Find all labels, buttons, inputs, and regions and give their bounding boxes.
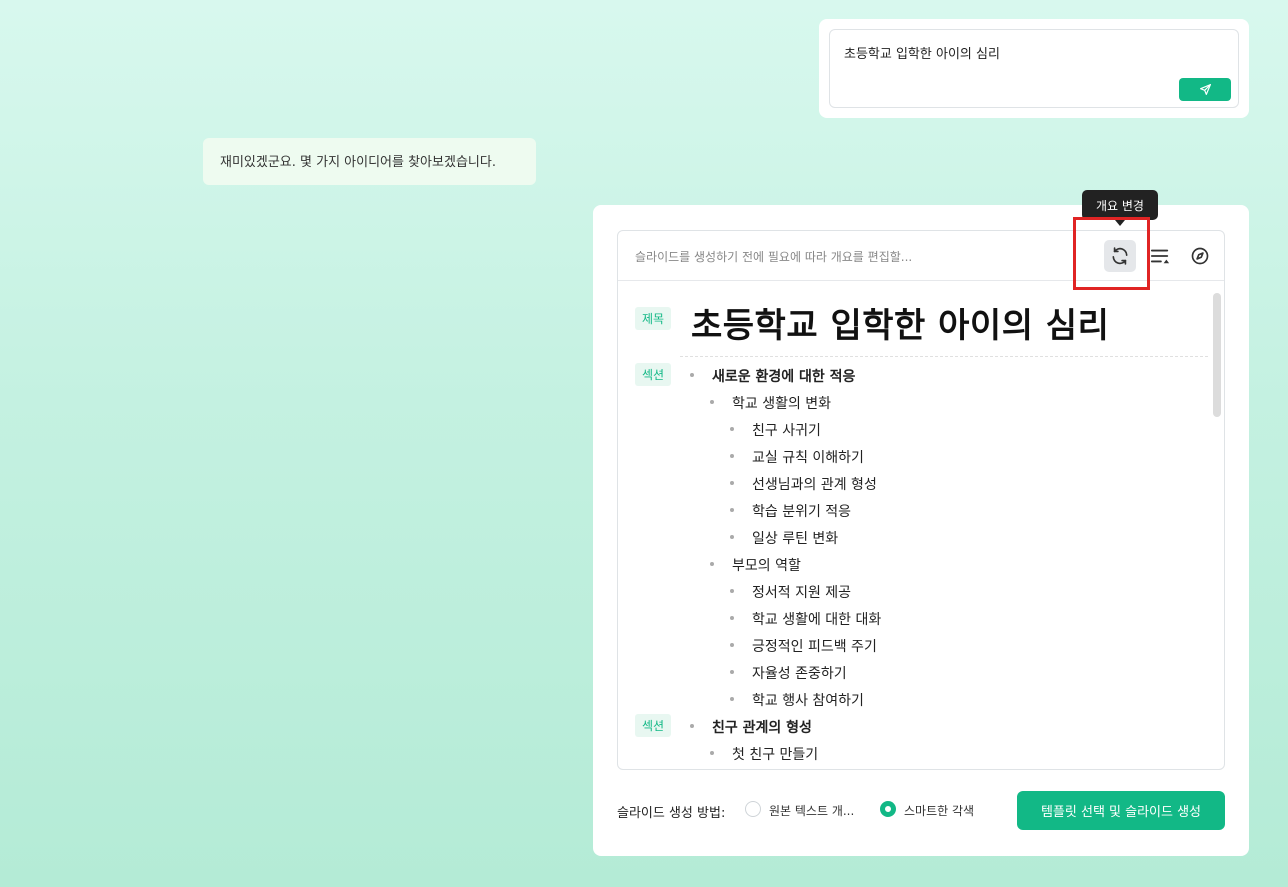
outline-body[interactable]: 제목 초등학교 입학한 아이의 심리 섹션 새로운 환경에 대한 적응학교 생활의… [618,282,1224,769]
highlight-box [1073,217,1150,290]
outline-card: 슬라이드를 생성하기 전에 필요에 따라 개요를 편집할... 제목 초등학교 … [593,205,1249,856]
generation-method-label: 슬라이드 생성 방법: [617,806,726,821]
outline-item-level-3[interactable]: 자율성 존중하기 [730,663,847,683]
outline-item-text: 친구 관계의 형성 [712,720,812,736]
outline-item-text: 친구 사귀기 [752,423,821,439]
outline-item-text: 새로운 환경에 대한 적응 [712,369,856,385]
prompt-text: 초등학교 입학한 아이의 심리 [844,47,1000,62]
bullet-icon [730,697,734,701]
radio-smart-adaptation[interactable] [880,801,896,817]
outline-item-text: 첫 친구 만들기 [732,747,819,763]
outline-title[interactable]: 초등학교 입학한 아이의 심리 [691,298,1109,347]
outline-item-level-3[interactable]: 학습 분위기 적응 [730,501,851,521]
section-tag: 섹션 [635,714,672,737]
bullet-icon [730,535,734,539]
outline-editor[interactable]: 슬라이드를 생성하기 전에 필요에 따라 개요를 편집할... 제목 초등학교 … [617,230,1225,770]
bullet-icon [710,751,714,755]
outline-item-level-1[interactable]: 새로운 환경에 대한 적응 [690,366,855,386]
bullet-icon [690,724,694,728]
outline-item-text: 학교 행사 참여하기 [752,693,864,709]
outline-item-text: 학습 분위기 적응 [752,504,852,520]
outline-item-level-3[interactable]: 친구 사귀기 [730,420,821,440]
prompt-input[interactable]: 초등학교 입학한 아이의 심리 [829,29,1239,108]
generate-slides-button[interactable]: 템플릿 선택 및 슬라이드 생성 [1017,791,1225,830]
outline-item-text: 부모의 역할 [732,558,801,574]
bullet-icon [710,400,714,404]
bullet-icon [730,454,734,458]
outline-item-text: 교실 규칙 이해하기 [752,450,864,466]
bullet-icon [730,508,734,512]
editor-hint: 슬라이드를 생성하기 전에 필요에 따라 개요를 편집할... [635,250,913,264]
bullet-icon [690,373,694,377]
bullet-icon [730,616,734,620]
section-tag: 섹션 [635,363,672,386]
bullet-icon [730,643,734,647]
outline-item-level-3[interactable]: 학교 행사 참여하기 [730,690,864,710]
assistant-message: 재미있겠군요. 몇 가지 아이디어를 찾아보겠습니다. [203,138,536,185]
send-button[interactable] [1179,78,1231,101]
radio-original-text[interactable] [745,801,761,817]
outline-item-text: 긍정적인 피드백 주기 [752,639,877,655]
title-tag: 제목 [635,307,672,330]
outline-item-text: 자율성 존중하기 [752,666,847,682]
bullet-icon [730,589,734,593]
sort-lines-icon [1150,249,1170,264]
radio-smart-label[interactable]: 스마트한 각색 [904,802,974,819]
title-divider [680,356,1208,357]
outline-item-level-3[interactable]: 정서적 지원 제공 [730,582,851,602]
outline-item-level-3[interactable]: 학교 생활에 대한 대화 [730,609,881,629]
tooltip-change-outline: 개요 변경 [1082,190,1158,226]
compass-icon [1191,247,1209,265]
outline-item-level-3[interactable]: 선생님과의 관계 형성 [730,474,877,494]
bullet-icon [730,427,734,431]
outline-item-text: 선생님과의 관계 형성 [752,477,877,493]
outline-item-level-2[interactable]: 부모의 역할 [710,555,801,575]
outline-item-level-3[interactable]: 교실 규칙 이해하기 [730,447,864,467]
outline-item-text: 정서적 지원 제공 [752,585,852,601]
outline-item-level-2[interactable]: 첫 친구 만들기 [710,744,818,764]
outline-item-level-3[interactable]: 긍정적인 피드백 주기 [730,636,877,656]
outline-item-level-3[interactable]: 일상 루틴 변화 [730,528,838,548]
bullet-icon [730,670,734,674]
bullet-icon [730,481,734,485]
prompt-card: 초등학교 입학한 아이의 심리 [819,19,1249,118]
compass-button[interactable] [1184,240,1216,272]
outline-item-text: 학교 생활의 변화 [732,396,832,412]
outline-item-level-1[interactable]: 친구 관계의 형성 [690,717,812,737]
radio-original-label[interactable]: 원본 텍스트 개... [769,802,854,819]
bullet-icon [710,562,714,566]
scrollbar[interactable] [1213,293,1221,417]
outline-item-level-2[interactable]: 학교 생활의 변화 [710,393,831,413]
outline-item-text: 학교 생활에 대한 대화 [752,612,882,628]
send-icon [1199,84,1211,95]
outline-item-text: 일상 루틴 변화 [752,531,839,547]
